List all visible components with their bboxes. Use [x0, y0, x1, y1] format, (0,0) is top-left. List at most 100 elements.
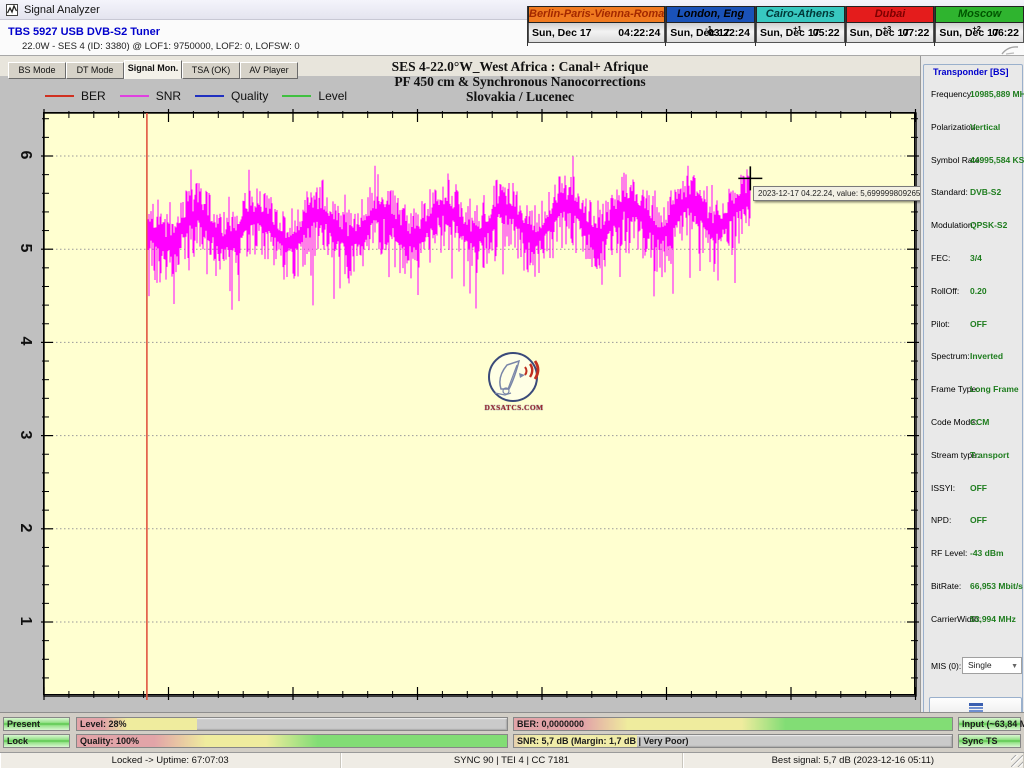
tp-label: Modulation: [931, 220, 975, 230]
gauge-strip: Present Level: 28% BER: 0,0000000 Input … [0, 712, 1024, 752]
dxsatcs-watermark: DXSATCS.COM [481, 351, 547, 417]
tuner-details: 22.0W - SES 4 (ID: 3380) @ LOF1: 9750000… [22, 41, 300, 52]
tp-value: 10985,889 MHz [970, 89, 1024, 99]
status-bar: Locked -> Uptime: 67:07:03 SYNC 90 | TEI… [0, 752, 1024, 768]
tp-row-symbol-rate-: Symbol Rate:44995,584 KS/s [924, 155, 1024, 169]
tp-value: 0.20 [970, 286, 987, 296]
tp-label: Frequency: [931, 89, 974, 99]
legend-item-ber: BER [45, 89, 106, 103]
clock-city-label: Berlin-Paris-Vienna-Roma [528, 6, 665, 23]
legend-label: Quality [231, 89, 268, 103]
input-label: Input (~63,84 Mbps) [962, 719, 1024, 729]
tp-value: QPSK-S2 [970, 220, 1007, 230]
level-gauge: Level: 28% [76, 717, 508, 731]
clock-city-label: Moscow [935, 6, 1024, 23]
present-label: Present [7, 719, 40, 729]
corner-logo-icon [1000, 44, 1020, 56]
chart-legend: BERSNRQualityLevel [45, 88, 361, 104]
present-indicator: Present [3, 717, 70, 731]
tp-row-frame-type-: Frame Type:Long Frame [924, 384, 1024, 398]
ber-gauge: BER: 0,0000000 [513, 717, 953, 731]
y-tick-label-1: 1 [12, 610, 34, 632]
legend-item-quality: Quality [195, 89, 268, 103]
snr-label: SNR: 5,7 dB (Margin: 1,7 dB | Very Poor) [517, 736, 689, 746]
tp-value: Vertical [970, 122, 1000, 132]
tp-value: 3/4 [970, 253, 982, 263]
tab-signal-mon-[interactable]: Signal Mon. [124, 60, 182, 79]
tp-row-rolloff-: RollOff: 0.20 [924, 286, 1024, 300]
status-uptime: Locked -> Uptime: 67:07:03 [0, 753, 341, 768]
transponder-groupbox: Transponder [BS] Frequency:10985,889 MHz… [923, 64, 1023, 732]
tp-row-stream-type-: Stream type:Transport [924, 450, 1024, 464]
status-best-signal: Best signal: 5,7 dB (2023-12-16 05:11) [683, 753, 1024, 768]
tp-row-spectrum-: Spectrum:Inverted [924, 351, 1024, 365]
tp-row-polarization-: Polarization:Vertical [924, 122, 1024, 136]
lock-indicator: Lock [3, 734, 70, 748]
tp-row-frequency-: Frequency:10985,889 MHz [924, 89, 1024, 103]
y-tick-label-6: 6 [12, 144, 34, 166]
tp-label: Pilot: [931, 319, 950, 329]
tp-value: DVB-S2 [970, 187, 1001, 197]
tp-label: BitRate: [931, 581, 961, 591]
clock-time: Sun, Dec 1704:22:24 [528, 23, 665, 43]
status-sync-counters: SYNC 90 | TEI 4 | CC 7181 [341, 753, 682, 768]
mis-selected-value: Single [968, 660, 992, 670]
legend-item-snr: SNR [120, 89, 181, 103]
chevron-down-icon: ▼ [1011, 663, 1018, 670]
y-tick-label-4: 4 [12, 330, 34, 352]
quality-gauge: Quality: 100% [76, 734, 508, 748]
tp-row-carrierwidth-: CarrierWidth:53,994 MHz [924, 614, 1024, 628]
tp-label: ISSYI: [931, 483, 955, 493]
clock-time: Sun, Dec 17-103:22:24 [666, 23, 755, 43]
tp-value: Inverted [970, 351, 1003, 361]
clock-dubai: DubaiSun, Dec 17+307:22 [845, 6, 935, 46]
tp-value: Transport [970, 450, 1009, 460]
input-indicator: Input (~63,84 Mbps) [958, 717, 1021, 731]
tp-label: NPD: [931, 515, 951, 525]
tab-dt-mode[interactable]: DT Mode [66, 62, 124, 79]
clock-london-eng: London, EngSun, Dec 17-103:22:24 [665, 6, 755, 46]
clock-berlin-paris-vienna-roma: Berlin-Paris-Vienna-RomaSun, Dec 1704:22… [527, 6, 665, 46]
resize-grip[interactable] [1011, 755, 1023, 767]
clock-moscow: MoscowSun, Dec 17+206:22 [934, 6, 1024, 46]
world-clocks: Berlin-Paris-Vienna-RomaSun, Dec 1704:22… [527, 6, 1024, 46]
tuner-name: TBS 5927 USB DVB-S2 Tuner [8, 26, 160, 38]
quality-label: Quality: 100% [80, 736, 139, 746]
tp-label: RollOff: [931, 286, 959, 296]
chart-tooltip: 2023-12-17 04.22.24, value: 5,6999998092… [753, 186, 934, 201]
app-icon [6, 4, 18, 16]
watermark-text: DXSATCS.COM [481, 403, 547, 412]
legend-line-icon [120, 95, 149, 97]
tp-value: 44995,584 KS/s [970, 155, 1024, 165]
clock-cairo-athens: Cairo-AthensSun, Dec 17+105:22 [755, 6, 845, 46]
tp-row-pilot-: Pilot: OFF [924, 319, 1024, 333]
satellite-dish-icon [481, 351, 547, 403]
transponder-title: Transponder [BS] [930, 67, 1012, 77]
tp-value: OFF [970, 319, 987, 329]
tab-bs-mode[interactable]: BS Mode [8, 62, 66, 79]
tp-value: OFF [970, 515, 987, 525]
snr-gauge: SNR: 5,7 dB (Margin: 1,7 dB | Very Poor) [513, 734, 953, 748]
level-label: Level: 28% [80, 719, 127, 729]
mis-label: MIS (0): [931, 661, 961, 671]
mis-select[interactable]: Single ▼ [962, 657, 1022, 674]
tp-row-issyi-: ISSYI:OFF [924, 483, 1024, 497]
signal-analyzer-window: Signal Analyzer TBS 5927 USB DVB-S2 Tune… [0, 0, 1024, 768]
tp-label: FEC: [931, 253, 950, 263]
tp-value: CCM [970, 417, 989, 427]
tp-value: Long Frame [970, 384, 1019, 394]
tab-tsa-ok-[interactable]: TSA (OK) [182, 62, 240, 79]
clock-time: Sun, Dec 17+105:22 [756, 23, 845, 43]
y-tick-label-2: 2 [12, 517, 34, 539]
tp-row-npd-: NPD: OFF [924, 515, 1024, 529]
lock-label: Lock [7, 736, 28, 746]
tp-row-bitrate-: BitRate: 66,953 Mbit/s [924, 581, 1024, 595]
tp-value: 66,953 Mbit/s [970, 581, 1023, 591]
mis-row: MIS (0): Single ▼ [924, 657, 1024, 675]
y-tick-label-3: 3 [12, 424, 34, 446]
legend-line-icon [282, 95, 311, 97]
legend-line-icon [45, 95, 74, 97]
ber-label: BER: 0,0000000 [517, 719, 584, 729]
tp-row-modulation-: Modulation:QPSK-S2 [924, 220, 1024, 234]
tp-label: Standard: [931, 187, 968, 197]
